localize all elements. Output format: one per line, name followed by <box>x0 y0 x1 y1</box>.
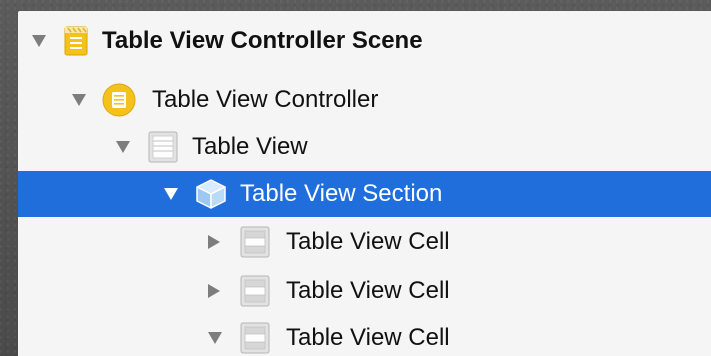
disclosure-expanded-icon[interactable] <box>208 332 222 344</box>
table-view-icon <box>148 131 178 163</box>
outline-item-label: Table View Controller <box>152 86 379 113</box>
disclosure-expanded-icon[interactable] <box>72 94 86 106</box>
disclosure-expanded-icon[interactable] <box>116 141 130 153</box>
outline-item-table-view-controller[interactable]: Table View Controller <box>18 77 711 123</box>
section-cube-icon <box>194 177 228 211</box>
disclosure-expanded-icon[interactable] <box>32 35 46 47</box>
outline-item-table-view-cell[interactable]: Table View Cell <box>18 219 711 265</box>
outline-item-label: Table View Cell <box>286 277 450 304</box>
outline-item-table-view-cell[interactable]: Table View Cell <box>18 268 711 314</box>
disclosure-collapsed-icon[interactable] <box>208 235 220 249</box>
table-view-cell-icon <box>240 226 270 258</box>
outline-item-table-view-controller-scene[interactable]: Table View Controller Scene <box>18 18 711 64</box>
outline-item-label: Table View <box>192 133 308 160</box>
outline-item-table-view-section[interactable]: Table View Section <box>18 171 711 217</box>
outline-item-table-view-cell[interactable]: Table View Cell <box>18 315 711 356</box>
document-outline: Table View Controller Scene Table View C… <box>18 11 711 356</box>
document-outline-backdrop: Table View Controller Scene Table View C… <box>0 0 711 356</box>
outline-item-label: Table View Cell <box>286 324 450 351</box>
disclosure-collapsed-icon[interactable] <box>208 284 220 298</box>
scene-icon <box>64 26 88 56</box>
table-view-cell-icon <box>240 322 270 354</box>
outline-item-table-view[interactable]: Table View <box>18 124 711 170</box>
outline-item-label: Table View Section <box>240 180 443 207</box>
outline-item-label: Table View Cell <box>286 228 450 255</box>
table-view-cell-icon <box>240 275 270 307</box>
disclosure-expanded-icon[interactable] <box>164 188 178 200</box>
outline-item-label: Table View Controller Scene <box>102 27 423 54</box>
table-view-controller-icon <box>102 83 136 117</box>
